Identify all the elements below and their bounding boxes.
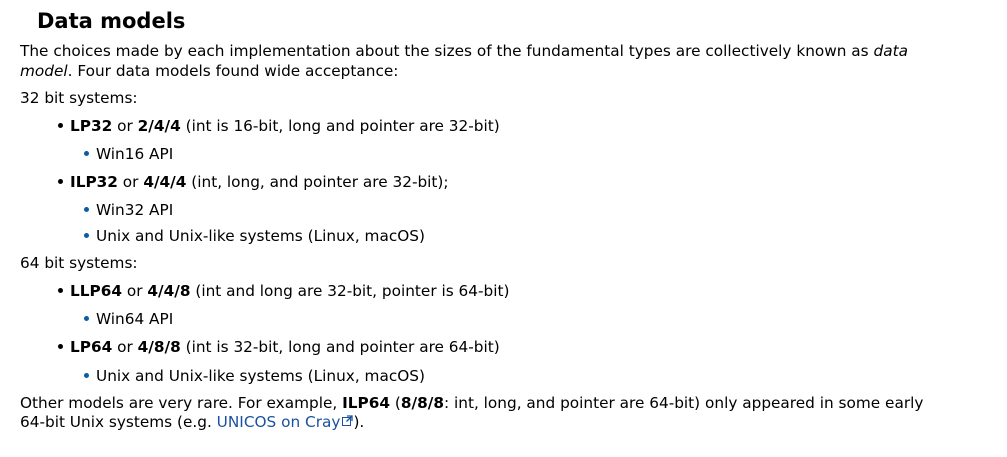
list-item-llp64: LLP64 or 4/4/8 (int and long are 32-bit,… [58, 281, 509, 301]
list-item-lp64: LP64 or 4/8/8 (int is 32-bit, long and p… [58, 337, 500, 357]
section-heading: Data models [37, 9, 186, 33]
bullet-icon [58, 344, 63, 349]
model-connector: or [122, 282, 148, 300]
intro-line-1: The choices made by each implementation … [20, 41, 908, 61]
model-desc: (int is 32-bit, long and pointer are 64-… [180, 338, 500, 356]
closing-text: ( [390, 394, 401, 412]
intro-text: The choices made by each implementation … [20, 42, 874, 60]
bullet-icon [84, 233, 89, 238]
closing-text: Other models are very rare. For example, [20, 394, 343, 412]
model-connector: or [112, 338, 138, 356]
model-sizes: 4/4/4 [143, 173, 187, 191]
list-item-ilp32: ILP32 or 4/4/4 (int, long, and pointer a… [58, 172, 449, 192]
model-connector: or [117, 173, 144, 191]
model-desc: (int, long, and pointer are 32-bit); [186, 173, 449, 191]
platform-label: Unix and Unix-like systems (Linux, macOS… [96, 367, 425, 385]
bullet-icon [84, 373, 89, 378]
bullet-icon [58, 288, 63, 293]
intro-italic-data: data [873, 42, 908, 60]
model-desc: (int and long are 32-bit, pointer is 64-… [190, 282, 510, 300]
model-sizes: 4/4/8 [147, 282, 191, 300]
group-label-64bit: 64 bit systems: [20, 254, 138, 272]
model-name: LP32 [70, 117, 113, 135]
platform-label: Win32 API [96, 201, 174, 219]
intro-line-2: model. Four data models found wide accep… [20, 61, 398, 81]
list-item-lp32: LP32 or 2/4/4 (int is 16-bit, long and p… [58, 116, 500, 136]
external-link-icon[interactable] [342, 411, 354, 431]
closing-text: : int, long, and pointer are 64-bit) onl… [444, 394, 924, 412]
model-name: LLP64 [70, 282, 122, 300]
closing-text: 64-bit Unix systems (e.g. [20, 413, 217, 431]
closing-model-sizes: 8/8/8 [400, 394, 444, 412]
closing-text: ). [353, 413, 365, 431]
platform-label: Unix and Unix-like systems (Linux, macOS… [96, 227, 425, 245]
platform-label: Win16 API [96, 145, 174, 163]
bullet-icon [58, 179, 63, 184]
list-subitem-win16: Win16 API [84, 144, 173, 164]
bullet-icon [58, 123, 63, 128]
link-text[interactable]: UNICOS on Cray [217, 413, 341, 431]
bullet-icon [84, 316, 89, 321]
intro-text-end: . Four data models found wide acceptance… [67, 62, 399, 80]
list-subitem-win64: Win64 API [84, 309, 173, 329]
model-sizes: 4/8/8 [137, 338, 181, 356]
bullet-icon [84, 207, 89, 212]
platform-label: Win64 API [96, 310, 174, 328]
list-subitem-win32: Win32 API [84, 200, 173, 220]
model-name: LP64 [70, 338, 113, 356]
closing-model-name: ILP64 [342, 394, 391, 412]
unicos-link[interactable]: UNICOS on Cray [217, 413, 354, 431]
list-subitem-unix-32: Unix and Unix-like systems (Linux, macOS… [84, 226, 425, 246]
closing-line-1: Other models are very rare. For example,… [20, 393, 923, 413]
model-connector: or [112, 117, 138, 135]
group-label-32bit: 32 bit systems: [20, 89, 138, 107]
closing-line-2: 64-bit Unix systems (e.g. UNICOS on Cray… [20, 412, 364, 433]
bullet-icon [84, 151, 89, 156]
model-desc: (int is 16-bit, long and pointer are 32-… [180, 117, 500, 135]
model-sizes: 2/4/4 [137, 117, 181, 135]
list-subitem-unix-64: Unix and Unix-like systems (Linux, macOS… [84, 366, 425, 386]
intro-italic-model: model [20, 62, 68, 80]
model-name: ILP32 [70, 173, 118, 191]
article-section: Data models The choices made by each imp… [0, 0, 1007, 457]
